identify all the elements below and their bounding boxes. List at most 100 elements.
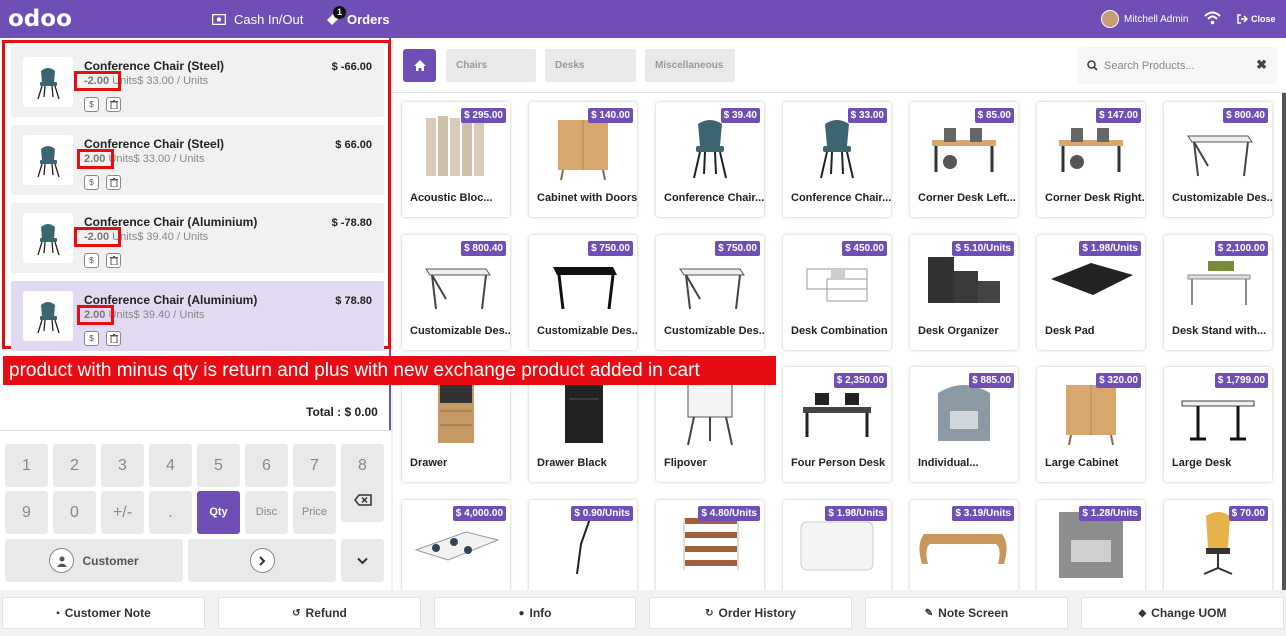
product-card[interactable]: $ 800.40 Customizable Des...: [402, 234, 510, 350]
product-card[interactable]: $ 295.00 Acoustic Bloc...: [402, 102, 510, 217]
plus-minus-button[interactable]: +/-: [101, 491, 144, 534]
price-edit-icon[interactable]: $: [84, 97, 99, 112]
product-card[interactable]: $ 33.00 Conference Chair...: [783, 102, 891, 217]
product-card[interactable]: $ 4,000.00: [402, 499, 510, 590]
trash-icon[interactable]: [106, 253, 121, 268]
sign-out-icon: [1237, 14, 1248, 24]
product-card[interactable]: $ 5.10/Units Desk Organizer: [910, 234, 1018, 350]
product-name: Flipover: [664, 457, 707, 469]
edit-icon: ✎: [924, 607, 934, 619]
trash-icon[interactable]: [106, 175, 121, 190]
numpad-key-6[interactable]: 6: [245, 444, 288, 487]
product-price-tag: $ 800.40: [461, 240, 506, 256]
product-card[interactable]: $ 1.98/Units Desk Pad: [1037, 234, 1145, 350]
orders-button[interactable]: Orders: [326, 0, 390, 38]
trash-icon[interactable]: [106, 331, 121, 346]
numpad-key-4[interactable]: 4: [149, 444, 192, 487]
clear-search-icon[interactable]: ✖: [1256, 57, 1267, 73]
more-options-button[interactable]: [341, 539, 384, 582]
sticky-note-icon: ▪: [56, 607, 60, 619]
product-search[interactable]: Search Products... ✖: [1078, 47, 1277, 84]
chair-thumbnail: [23, 213, 73, 263]
product-name: Desk Stand with...: [1172, 324, 1267, 337]
user-menu[interactable]: Mitchell Admin: [1101, 0, 1188, 38]
trash-icon[interactable]: [106, 97, 121, 112]
category-desks[interactable]: Desks: [545, 49, 636, 82]
product-name: Large Cabinet: [1045, 457, 1119, 469]
home-category-button[interactable]: [403, 49, 436, 82]
product-card[interactable]: $ 450.00 Desk Combination: [783, 234, 891, 350]
numpad-key-7[interactable]: 7: [293, 444, 336, 487]
order-history-button[interactable]: ↻ Order History: [649, 597, 852, 629]
order-line[interactable]: Conference Chair (Steel) 2.00 Units$ 33.0…: [11, 125, 384, 195]
product-name: Drawer Black: [537, 457, 607, 469]
product-card[interactable]: $ 1,799.00 Large Desk: [1164, 367, 1272, 482]
note-screen-button[interactable]: ✎ Note Screen: [865, 597, 1068, 629]
product-card[interactable]: $ 2,100.00 Desk Stand with...: [1164, 234, 1272, 350]
order-line[interactable]: Conference Chair (Aluminium) -2.00 Units$…: [11, 203, 384, 273]
product-card[interactable]: $ 750.00 Customizable Des...: [656, 234, 764, 350]
product-grid-scrollbar[interactable]: [1282, 93, 1286, 590]
product-price-tag: $ 4.80/Units: [698, 505, 760, 521]
order-line[interactable]: Conference Chair (Aluminium) 2.00 Units$ …: [11, 281, 384, 351]
category-miscellaneous[interactable]: Miscellaneous: [645, 49, 735, 82]
control-buttons: ▪ Customer Note ↺ Refund ● Info ↻ Order History…: [0, 590, 1286, 636]
price-edit-icon[interactable]: $: [84, 175, 99, 190]
numpad-key-1[interactable]: 1: [5, 444, 48, 487]
backspace-button[interactable]: [341, 479, 384, 522]
product-card[interactable]: $ 2,350.00 Four Person Desk: [783, 367, 891, 482]
numpad-key-2[interactable]: 2: [53, 444, 96, 487]
numpad-key-5[interactable]: 5: [197, 444, 240, 487]
product-card[interactable]: $ 39.40 Conference Chair...: [656, 102, 764, 217]
product-card[interactable]: $ 1.28/Units: [1037, 499, 1145, 590]
product-name: Large Desk: [1172, 457, 1232, 469]
product-card[interactable]: $ 0.90/Units: [529, 499, 637, 590]
refund-button[interactable]: ↺ Refund: [218, 597, 421, 629]
chair-thumbnail: [23, 135, 73, 185]
numpad-key-0[interactable]: 0: [53, 491, 96, 534]
close-button[interactable]: Close: [1237, 0, 1276, 38]
discount-mode-button[interactable]: Disc: [245, 491, 288, 534]
product-card[interactable]: $ 147.00 Corner Desk Right...: [1037, 102, 1145, 217]
product-name: Customizable Des...: [1172, 192, 1272, 204]
product-price-tag: $ 320.00: [1096, 373, 1141, 388]
decimal-button[interactable]: .: [149, 491, 192, 534]
price-edit-icon[interactable]: $: [84, 331, 99, 346]
product-grid: $ 295.00 Acoustic Bloc... $ 140.00 Cabinet …: [393, 93, 1286, 590]
product-card[interactable]: $ 320.00 Large Cabinet: [1037, 367, 1145, 482]
numpad-key-9[interactable]: 9: [5, 491, 48, 534]
search-input[interactable]: Search Products...: [1104, 60, 1195, 72]
change-uom-button[interactable]: ◆ Change UOM: [1081, 597, 1284, 629]
payment-button[interactable]: [188, 539, 336, 582]
product-card[interactable]: $ 85.00 Corner Desk Left...: [910, 102, 1018, 217]
order-line[interactable]: Conference Chair (Steel) -2.00 Units$ 33.…: [11, 47, 384, 117]
product-card[interactable]: $ 750.00 Customizable Des...: [529, 234, 637, 350]
product-name: Individual...: [918, 457, 979, 469]
customer-button[interactable]: Customer: [5, 539, 183, 582]
customer-note-button[interactable]: ▪ Customer Note: [2, 597, 205, 629]
product-price-tag: $ 1.28/Units: [1079, 505, 1141, 521]
product-card[interactable]: $ 70.00: [1164, 499, 1272, 590]
product-name: Cabinet with Doors: [537, 192, 637, 204]
price-mode-button[interactable]: Price: [293, 491, 336, 534]
product-name: Customizable Des...: [664, 324, 764, 337]
order-line-unit-price: Units$ 39.40 / Units: [108, 309, 205, 321]
info-button[interactable]: ● Info: [434, 597, 636, 629]
cash-in-out-button[interactable]: Cash In/Out: [212, 0, 303, 38]
user-icon: [49, 548, 75, 573]
product-card[interactable]: $ 140.00 Cabinet with Doors: [529, 102, 637, 217]
qty-mode-button[interactable]: Qty: [197, 491, 240, 534]
backspace-icon: [353, 494, 372, 506]
product-card[interactable]: $ 1.98/Units: [783, 499, 891, 590]
product-card[interactable]: $ 885.00 Individual...: [910, 367, 1018, 482]
product-card[interactable]: $ 4.80/Units: [656, 499, 764, 590]
price-edit-icon[interactable]: $: [84, 253, 99, 268]
category-chairs[interactable]: Chairs: [446, 49, 536, 82]
numpad-key-3[interactable]: 3: [101, 444, 144, 487]
undo-icon: ↺: [292, 607, 301, 619]
customer-label: Customer: [82, 553, 139, 568]
refund-button-label: Refund: [305, 606, 347, 620]
product-card[interactable]: $ 800.40 Customizable Des...: [1164, 102, 1272, 217]
product-card[interactable]: $ 3.19/Units: [910, 499, 1018, 590]
home-icon: [413, 60, 426, 71]
